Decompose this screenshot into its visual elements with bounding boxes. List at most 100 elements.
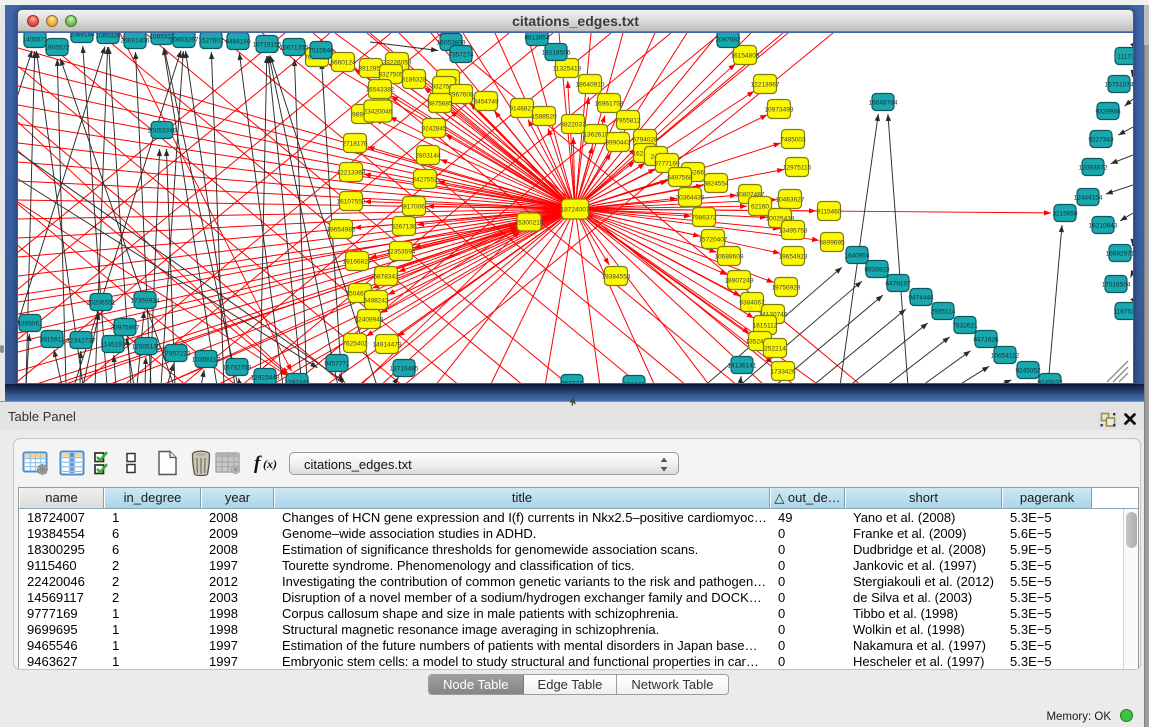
svg-text:7625402: 7625402 (342, 340, 368, 347)
svg-text:2803144: 2803144 (415, 152, 441, 159)
svg-text:16210643: 16210643 (1089, 222, 1118, 229)
svg-text:9457771: 9457771 (324, 360, 350, 367)
svg-text:7986372: 7986372 (691, 214, 717, 221)
svg-text:252214: 252214 (764, 345, 786, 352)
svg-text:11173: 11173 (1117, 53, 1133, 60)
svg-text:19756928: 19756928 (772, 284, 801, 291)
svg-text:10654112: 10654112 (991, 352, 1020, 359)
svg-text:20364436: 20364436 (676, 194, 705, 201)
svg-text:f: f (254, 453, 262, 474)
svg-text:18907249: 18907249 (725, 277, 754, 284)
svg-text:18640910: 18640910 (576, 81, 605, 88)
svg-text:12975115: 12975115 (783, 164, 812, 171)
svg-text:20206551: 20206551 (87, 299, 116, 306)
svg-text:7632621: 7632621 (952, 322, 978, 329)
svg-text:10358117: 10358117 (192, 356, 221, 363)
svg-text:3822037: 3822037 (560, 121, 586, 128)
svg-text:15720407: 15720407 (699, 236, 728, 243)
svg-text:3875685: 3875685 (427, 100, 453, 107)
svg-text:1085326: 1085326 (95, 33, 121, 39)
svg-text:62160: 62160 (751, 203, 769, 210)
svg-text:1588520: 1588520 (531, 113, 557, 120)
svg-text:11325419: 11325419 (553, 65, 582, 72)
svg-text:9777169: 9777169 (654, 160, 680, 167)
svg-text:8454749: 8454749 (473, 98, 499, 105)
svg-text:1145193: 1145193 (101, 341, 126, 348)
svg-text:23420046: 23420046 (364, 108, 393, 115)
svg-text:7955812: 7955812 (615, 117, 641, 124)
svg-text:14914479: 14914479 (373, 341, 402, 348)
svg-text:12342737: 12342737 (67, 337, 96, 344)
svg-text:9327505: 9327505 (378, 71, 404, 78)
svg-text:3267130: 3267130 (391, 223, 417, 230)
svg-text:2967608: 2967608 (448, 91, 474, 98)
svg-text:12505135: 12505135 (132, 343, 161, 350)
svg-text:18724007: 18724007 (561, 206, 590, 213)
svg-text:17957223: 17957223 (162, 350, 191, 357)
svg-text:12093872: 12093872 (1079, 164, 1108, 171)
svg-text:3215958: 3215958 (1052, 210, 1078, 217)
svg-text:4385061: 4385061 (18, 320, 43, 327)
svg-text:1733426: 1733426 (770, 368, 796, 375)
svg-text:(x): (x) (263, 457, 277, 471)
svg-text:2087682: 2087682 (715, 36, 741, 43)
svg-text:8990443: 8990443 (605, 139, 631, 146)
svg-text:19218506: 19218506 (542, 49, 571, 56)
svg-text:12444154: 12444154 (1074, 194, 1103, 201)
svg-text:7515546: 7515546 (308, 47, 334, 54)
svg-text:19654923: 19654923 (779, 253, 808, 260)
svg-text:1167533: 1167533 (1114, 308, 1133, 315)
svg-text:1640954: 1640954 (844, 252, 870, 259)
svg-text:16154808: 16154808 (731, 52, 760, 59)
svg-text:17016504: 17016504 (1102, 281, 1131, 288)
svg-text:10973493: 10973493 (765, 106, 794, 113)
svg-text:8938923: 8938923 (864, 266, 890, 273)
svg-text:17359924: 17359924 (131, 297, 160, 304)
svg-text:6497568: 6497568 (667, 174, 693, 181)
svg-text:9245052: 9245052 (1015, 367, 1041, 374)
svg-text:13495758: 13495758 (779, 227, 808, 234)
svg-text:1615112: 1615112 (753, 322, 778, 329)
svg-text:131641: 131641 (623, 381, 645, 384)
svg-text:9474444: 9474444 (908, 294, 934, 301)
svg-text:20053346: 20053346 (148, 127, 177, 134)
svg-text:957771: 957771 (561, 380, 583, 384)
svg-text:9384067: 9384067 (739, 299, 765, 306)
svg-text:7357274: 7357274 (448, 51, 474, 58)
svg-text:1292345: 1292345 (284, 379, 310, 384)
svg-text:9245032: 9245032 (1037, 379, 1063, 384)
svg-text:1405571: 1405571 (22, 36, 48, 43)
svg-text:3498242: 3498242 (363, 297, 389, 304)
svg-text:15751074: 15751074 (1105, 81, 1133, 88)
svg-text:10463627: 10463627 (776, 196, 805, 203)
svg-text:2718176: 2718176 (342, 140, 368, 147)
svg-text:10688609: 10688609 (715, 253, 744, 260)
svg-text:1362615: 1362615 (583, 131, 609, 138)
svg-text:9242845: 9242845 (421, 125, 447, 132)
svg-text:20691406: 20691406 (121, 37, 150, 44)
svg-text:1527602: 1527602 (198, 37, 224, 44)
svg-text:3824554: 3824554 (703, 180, 729, 187)
svg-text:13716485: 13716485 (390, 365, 419, 372)
svg-text:8186328: 8186328 (401, 76, 427, 83)
svg-text:12353594: 12353594 (387, 248, 416, 255)
svg-text:10853267: 10853267 (170, 36, 199, 43)
svg-text:16648784: 16648784 (869, 99, 898, 106)
svg-text:817006: 817006 (403, 203, 425, 210)
svg-text:9115460: 9115460 (817, 208, 842, 215)
svg-text:16961758: 16961758 (595, 100, 624, 107)
svg-text:2069140: 2069140 (69, 33, 95, 38)
svg-text:15692971: 15692971 (1106, 250, 1133, 257)
svg-text:8427552: 8427552 (412, 176, 438, 183)
svg-text:1905572: 1905572 (44, 44, 70, 51)
svg-text:8660124: 8660124 (330, 59, 356, 66)
svg-text:5878342: 5878342 (373, 273, 399, 280)
svg-text:6479197: 6479197 (885, 280, 911, 287)
svg-text:8813054: 8813054 (524, 34, 550, 41)
svg-text:16782759: 16782759 (223, 364, 252, 371)
svg-text:19654985: 19654985 (327, 226, 356, 233)
svg-text:9146821: 9146821 (509, 105, 535, 112)
svg-text:16107553: 16107553 (337, 198, 366, 205)
svg-text:19384554: 19384554 (602, 273, 631, 280)
svg-text:15300215: 15300215 (515, 219, 544, 226)
